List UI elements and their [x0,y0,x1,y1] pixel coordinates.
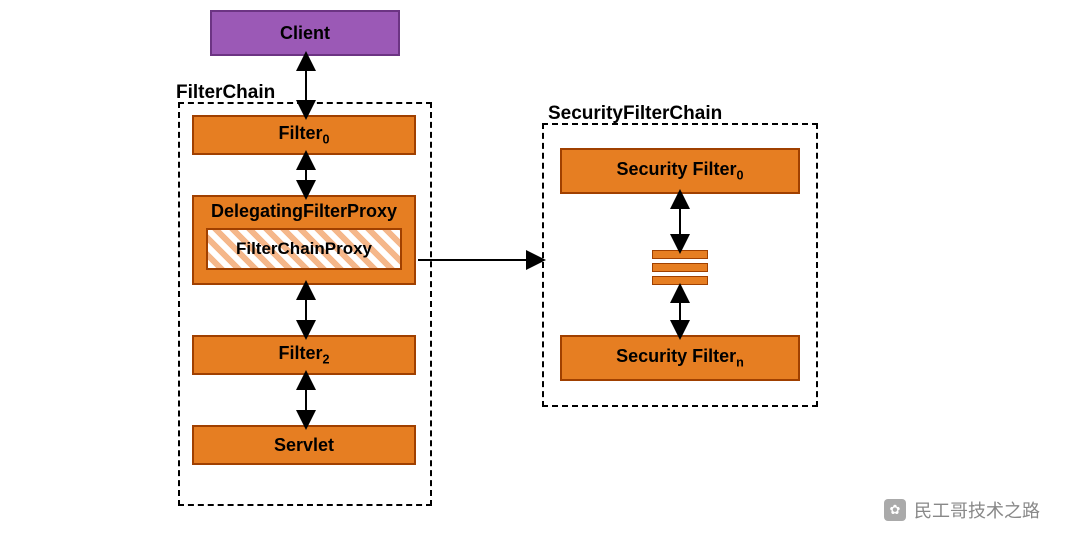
stack-bar [652,250,708,259]
filter-stack-icon [652,250,708,285]
arrow-client-filter0 [300,56,312,115]
filter0-label: Filter0 [278,123,329,147]
servlet-box: Servlet [192,425,416,465]
delegating-label: DelegatingFilterProxy [211,201,397,222]
filter2-label: Filter2 [278,343,329,367]
arrow-filter2-servlet [300,375,312,425]
filter2-box: Filter2 [192,335,416,375]
stack-bar [652,276,708,285]
secfilter0-label: Security Filter0 [616,159,743,183]
client-box: Client [210,10,400,56]
security-filter-0-box: Security Filter0 [560,148,800,194]
proxy-inner-label: FilterChainProxy [236,239,372,259]
watermark-text: 民工哥技术之路 [914,497,1040,523]
arrow-delegating-filter2 [300,285,312,335]
filterchain-label: FilterChain [176,82,275,104]
secfiltern-label: Security Filtern [616,346,744,370]
stack-bar [652,263,708,272]
servlet-label: Servlet [274,435,334,456]
wechat-icon: ✿ [884,499,906,521]
securitychain-label: SecurityFilterChain [548,103,722,125]
delegating-filter-proxy-box: DelegatingFilterProxy FilterChainProxy [192,195,416,285]
arrow-filter0-delegating [300,155,312,195]
client-label: Client [280,23,330,44]
filter-chain-proxy-box: FilterChainProxy [206,228,402,270]
arrow-proxy-securitychain [418,254,542,266]
arrow-stack-secfiltern [674,288,686,335]
filter0-box: Filter0 [192,115,416,155]
watermark: ✿ 民工哥技术之路 [884,497,1040,523]
arrow-secfilter0-stack [674,194,686,249]
security-filter-n-box: Security Filtern [560,335,800,381]
